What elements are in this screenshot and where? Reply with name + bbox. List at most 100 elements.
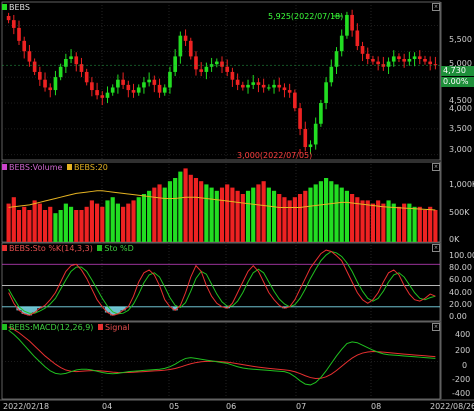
volume-bar [303, 190, 308, 242]
candle-body [142, 82, 146, 88]
candle-body [235, 79, 240, 85]
macd-title-text: BEBS:MACD(12,26,9) [9, 323, 94, 332]
volume-bar [63, 203, 68, 242]
candle-body [407, 58, 412, 62]
volume-bar [204, 184, 209, 242]
candle-body [397, 56, 401, 59]
price-ytick: 5,500 [449, 35, 472, 44]
volume-bar [37, 203, 42, 242]
candle-body [365, 53, 370, 59]
candle-body [27, 51, 32, 62]
stock-chart[interactable] [0, 0, 474, 411]
candle-body [168, 71, 172, 88]
stoch-ytick: 40.00 [449, 288, 472, 297]
candle-body [391, 56, 396, 62]
volume-bar [412, 206, 417, 242]
volume-bar [277, 194, 282, 242]
stoch-k-line [8, 249, 436, 316]
volume-bar [11, 197, 16, 242]
volume-series-swatch [2, 164, 7, 170]
stoch-pane-close-icon[interactable]: × [432, 244, 440, 252]
price-ytick: 3,000 [449, 145, 472, 154]
volume-bar [162, 187, 167, 242]
stoch-ytick: 60.00 [449, 275, 472, 284]
stoch-title-text: BEBS:Sto %K(14,3,3) [9, 244, 93, 253]
volume-bar [350, 194, 355, 242]
candle-body [386, 61, 391, 67]
volume-bar [433, 210, 438, 242]
volume-pane-close-icon[interactable]: × [432, 163, 440, 171]
volume-bar [141, 194, 147, 242]
volume-bar [199, 181, 204, 242]
candle-body [105, 92, 110, 98]
volume-bar [121, 206, 126, 242]
macd-pane-close-icon[interactable]: × [432, 323, 440, 331]
volume-bar [402, 203, 407, 242]
volume-bar [235, 190, 240, 242]
stoch-ytick: 80.00 [449, 263, 472, 272]
volume-bar [360, 200, 365, 242]
price-pane-close-icon[interactable]: × [432, 3, 440, 11]
volume-bar [324, 178, 329, 242]
candle-body [256, 82, 261, 85]
macd-ytick: 400 [455, 330, 471, 339]
volume-bar [193, 178, 199, 242]
volume-bar [282, 197, 287, 242]
volume-bar [188, 174, 193, 242]
stoch-pane-title: BEBS:Sto %K(14,3,3) Sto %D [2, 244, 134, 253]
candle-body [199, 69, 204, 72]
volume-bar [32, 200, 37, 242]
candle-body [261, 84, 266, 88]
candle-body [246, 84, 250, 88]
candle-body [334, 51, 339, 67]
volume-bar [147, 190, 152, 242]
volume-ma-swatch [66, 164, 72, 170]
candle-body [178, 35, 183, 57]
candle-body [95, 90, 99, 96]
candle-body [277, 84, 282, 88]
volume-ma-text: BEBS:20 [73, 163, 108, 172]
volume-bar [53, 213, 58, 242]
volume-bar [365, 200, 370, 242]
candle-body [287, 90, 292, 93]
volume-bar [183, 168, 188, 242]
volume-bar [16, 210, 22, 242]
candle-body [162, 87, 167, 93]
volume-bar [313, 184, 318, 242]
candle-body [136, 87, 141, 93]
candle-body [58, 66, 63, 78]
stoch-d-swatch [97, 245, 103, 251]
candle-body [69, 56, 73, 59]
volume-bar [329, 181, 334, 242]
x-tick: 2022/08/26 [430, 402, 474, 411]
price-pane-border [1, 1, 441, 161]
volume-ytick: 1,000K [449, 180, 474, 189]
candle-body [319, 103, 323, 124]
candle-body [209, 64, 214, 67]
candle-body [412, 56, 417, 59]
candle-body [417, 56, 422, 59]
price-series-swatch [2, 4, 7, 10]
volume-bar [42, 210, 48, 242]
candle-body [360, 46, 365, 54]
stoch-oversold-fill [16, 306, 288, 316]
volume-bar [334, 184, 339, 242]
candle-body [147, 79, 151, 83]
volume-bar [48, 206, 53, 242]
candle-body [173, 56, 177, 72]
x-tick: 07 [296, 402, 307, 411]
candle-body [329, 66, 334, 83]
candle-body [376, 61, 380, 65]
candle-body [303, 128, 308, 148]
candle-body [17, 27, 21, 41]
volume-bar [396, 206, 402, 242]
volume-bar [136, 197, 141, 242]
x-tick: 06 [226, 402, 237, 411]
candle-body [22, 40, 27, 52]
volume-bar [214, 190, 219, 242]
stoch-d-line [8, 250, 436, 315]
volume-bar [68, 206, 74, 242]
sto-pane-border [1, 242, 441, 322]
candle-body [251, 82, 256, 85]
volume-bar [22, 206, 27, 242]
